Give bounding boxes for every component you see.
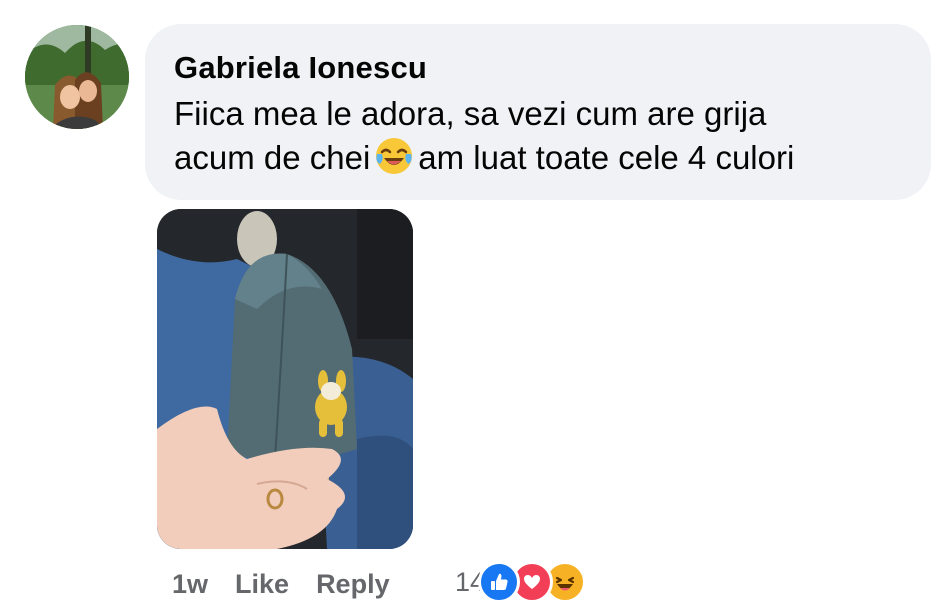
comment-text: Fiica mea le adora, sa vezi cum are grij… (174, 92, 901, 180)
comment-author-name[interactable]: Gabriela Ionescu (174, 48, 901, 88)
comment-bubble: Gabriela Ionescu Fiica mea le adora, sa … (145, 24, 931, 200)
reactions-summary[interactable]: 14 (455, 561, 587, 603)
like-button[interactable]: Like (235, 569, 289, 600)
comment-text-line-2-end: am luat toate cele 4 culori (418, 139, 795, 176)
comment-timestamp[interactable]: 1w (172, 569, 208, 600)
comment-text-line-2: acum de chei am luat toate cele 4 culori (174, 136, 901, 180)
comment-text-line-1: Fiica mea le adora, sa vezi cum are grij… (174, 95, 767, 132)
comment-photo[interactable] (157, 209, 413, 549)
comment-actions: 1w Like Reply (172, 564, 417, 604)
comment-text-line-2-start: acum de chei (174, 139, 371, 176)
tears-of-joy-emoji-icon (376, 138, 413, 174)
reply-button[interactable]: Reply (316, 569, 390, 600)
like-reaction-icon (478, 561, 521, 603)
author-avatar[interactable] (25, 25, 129, 129)
